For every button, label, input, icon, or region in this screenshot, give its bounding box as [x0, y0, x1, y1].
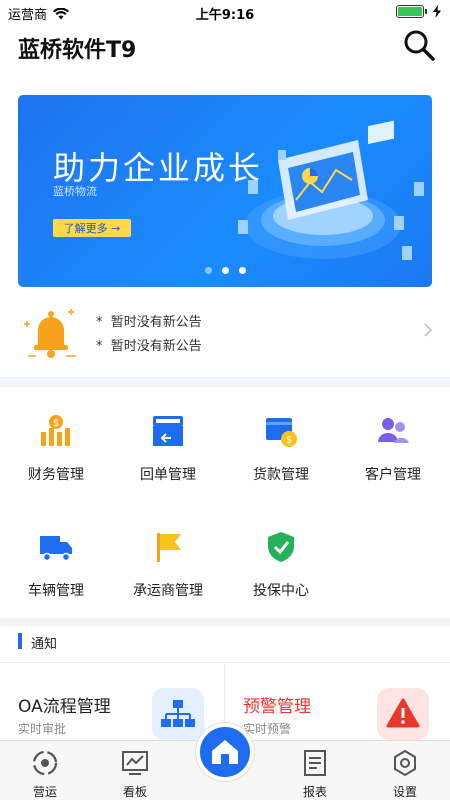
carousel-dot[interactable]: [204, 267, 212, 274]
promo-banner[interactable]: 助力企业成长 蓝桥物流 了解更多 →: [18, 95, 432, 287]
section-title: 通知: [31, 637, 58, 652]
section-accent-bar: [18, 633, 22, 649]
status-right: [396, 5, 442, 18]
menu-label: 客户管理: [365, 467, 421, 483]
carousel-indicator[interactable]: [18, 267, 432, 274]
home-icon: [212, 740, 238, 764]
search-icon[interactable]: [402, 28, 436, 62]
settings-icon: [394, 749, 416, 777]
receipt-icon: [153, 416, 183, 446]
tab-settings[interactable]: 设置: [360, 741, 450, 801]
menu-label: 投保中心: [253, 583, 309, 599]
svg-text:$: $: [53, 418, 59, 429]
menu-item-receipt[interactable]: 回单管理: [112, 414, 224, 504]
divider: [0, 662, 450, 663]
tab-operation[interactable]: 营运: [0, 741, 90, 801]
tab-label: 报表: [302, 785, 327, 799]
menu-label: 货款管理: [253, 467, 309, 483]
tab-label: 营运: [32, 785, 57, 799]
carousel-dot[interactable]: [238, 267, 246, 274]
menu-label: 回单管理: [140, 467, 196, 483]
card-subtitle: 实时预警: [243, 722, 292, 736]
oa-workflow-card[interactable]: OA流程管理 实时审批: [0, 664, 225, 744]
learn-more-button[interactable]: 了解更多 →: [53, 219, 131, 237]
banner-subtitle: 蓝桥物流: [53, 185, 97, 198]
payment-icon: $: [266, 418, 297, 447]
bell-icon: [24, 309, 76, 358]
menu-label: 车辆管理: [28, 583, 84, 599]
app-title: 蓝桥软件T9: [18, 38, 137, 63]
menu-item-payment[interactable]: $ 货款管理: [225, 414, 337, 504]
isometric-dashboard-illustration: [238, 120, 424, 260]
svg-text:$: $: [286, 435, 292, 446]
announcement-bar[interactable]: * 暂时没有新公告 * 暂时没有新公告: [0, 300, 450, 370]
menu-item-customer[interactable]: 客户管理: [337, 414, 449, 504]
card-title: OA流程管理: [18, 697, 111, 717]
bottom-tab-bar: 营运 看板 报表 设置: [0, 723, 450, 801]
warning-icon: [377, 688, 429, 740]
card-title: 预警管理: [243, 697, 311, 717]
card-subtitle: 实时审批: [18, 722, 67, 736]
menu-item-insurance[interactable]: 投保中心: [225, 530, 337, 620]
status-time: 上午9:16: [195, 8, 255, 23]
tab-dashboard[interactable]: 看板: [90, 741, 180, 801]
section-divider: [0, 618, 450, 626]
app-header: 蓝桥软件T9: [0, 26, 450, 70]
warning-card[interactable]: 预警管理 实时预警: [225, 664, 450, 744]
tab-report[interactable]: 报表: [270, 741, 360, 801]
tab-label: 设置: [392, 785, 417, 799]
notice-item: * 暂时没有新公告: [96, 339, 202, 354]
dashboard-icon: [122, 751, 148, 775]
menu-label: 财务管理: [28, 467, 84, 483]
charging-icon: [433, 5, 441, 18]
report-icon: [304, 750, 326, 776]
chevron-right-icon[interactable]: [422, 322, 434, 338]
notification-section-header: 通知: [0, 630, 450, 656]
tab-label: 看板: [122, 785, 147, 799]
menu-item-carrier[interactable]: 承运商管理: [112, 530, 224, 620]
flag-icon: [157, 533, 181, 562]
battery-icon: [396, 5, 427, 18]
finance-icon: $: [41, 415, 70, 446]
status-bar: 运营商 上午9:16: [0, 0, 450, 26]
menu-item-finance[interactable]: $ 财务管理: [0, 414, 112, 504]
menu-label: 承运商管理: [133, 583, 203, 599]
truck-icon: [40, 536, 72, 562]
menu-item-vehicle[interactable]: 车辆管理: [0, 530, 112, 620]
notice-item: * 暂时没有新公告: [96, 315, 202, 330]
section-divider: [0, 377, 450, 387]
shield-icon: [268, 532, 294, 562]
customer-icon: [378, 418, 409, 443]
carousel-dot[interactable]: [221, 267, 229, 274]
home-button[interactable]: [196, 723, 254, 781]
operation-icon: [32, 750, 58, 776]
org-chart-icon: [152, 688, 204, 740]
